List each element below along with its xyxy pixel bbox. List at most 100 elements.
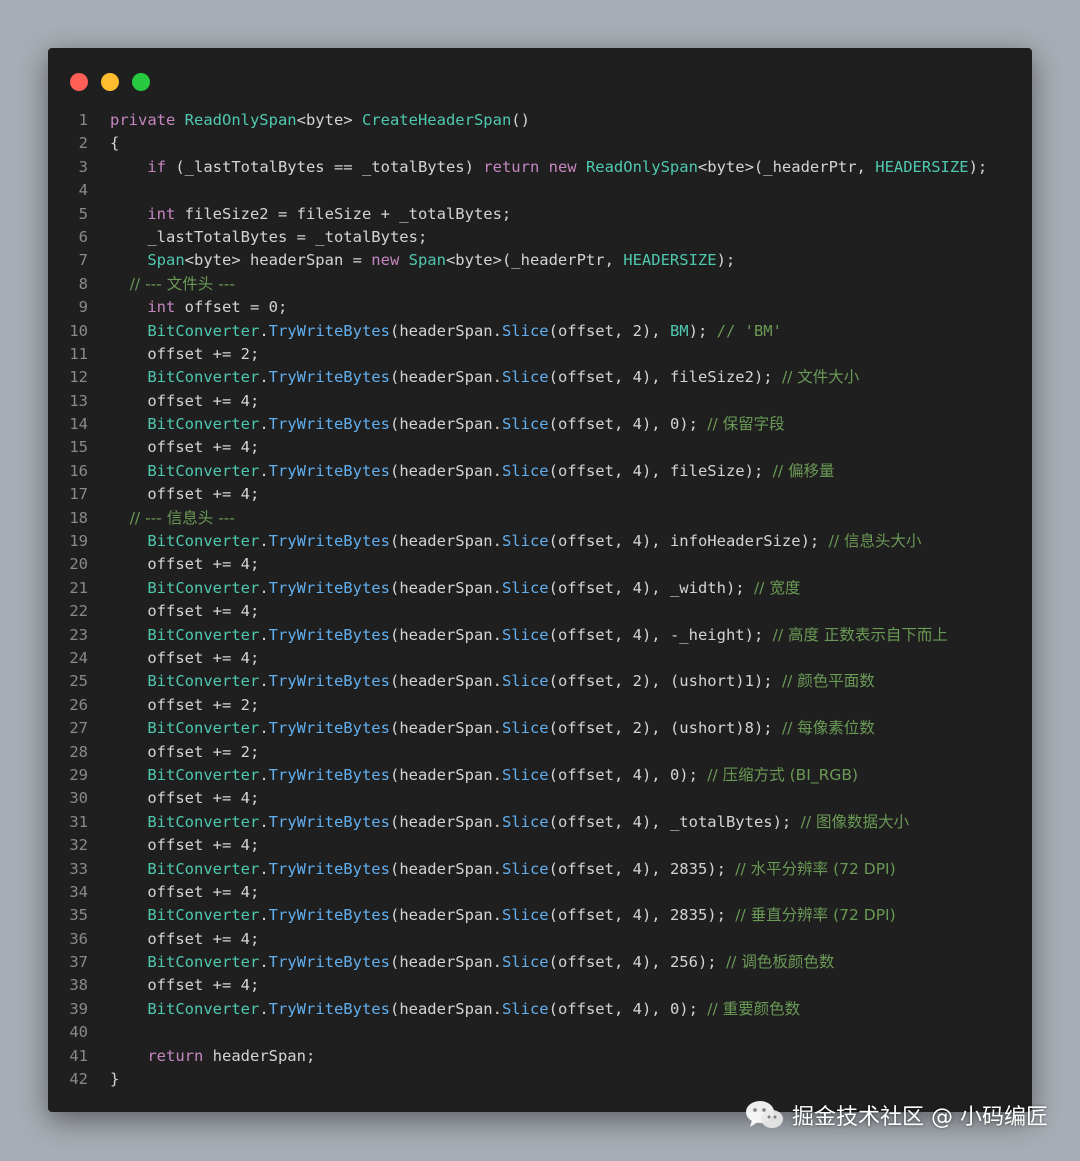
line-number: 21 bbox=[69, 578, 88, 597]
code-token: . bbox=[259, 765, 269, 784]
code-line: 40 bbox=[48, 1021, 1032, 1044]
code-token: BitConverter bbox=[110, 859, 260, 878]
code-token: offset += 4; bbox=[110, 555, 260, 574]
code-token: BitConverter bbox=[110, 999, 260, 1018]
code-line: 21 BitConverter.TryWriteBytes(headerSpan… bbox=[48, 577, 1032, 600]
line-source: BitConverter.TryWriteBytes(headerSpan.Sl… bbox=[110, 530, 921, 553]
code-token: int bbox=[110, 204, 185, 223]
code-token: (headerSpan. bbox=[389, 461, 502, 480]
minimize-dot-icon[interactable] bbox=[101, 73, 119, 91]
line-number: 25 bbox=[69, 672, 88, 691]
code-token: (offset, 2), (ushort)1); bbox=[548, 672, 782, 691]
code-token: ); bbox=[716, 251, 736, 270]
line-number: 42 bbox=[69, 1070, 88, 1089]
code-token: { bbox=[110, 134, 120, 153]
code-token: TryWriteBytes bbox=[268, 906, 390, 925]
maximize-dot-icon[interactable] bbox=[132, 73, 150, 91]
code-token: } bbox=[110, 1070, 120, 1089]
code-token: (headerSpan. bbox=[389, 578, 502, 597]
code-token: TryWriteBytes bbox=[268, 765, 390, 784]
code-line: 23 BitConverter.TryWriteBytes(headerSpan… bbox=[48, 624, 1032, 647]
line-number: 5 bbox=[78, 204, 88, 223]
code-line: 30 offset += 4; bbox=[48, 787, 1032, 810]
code-token: offset += 2; bbox=[110, 344, 260, 363]
code-token: HEADERSIZE bbox=[875, 157, 969, 176]
code-line: 35 BitConverter.TryWriteBytes(headerSpan… bbox=[48, 904, 1032, 927]
code-token: return bbox=[483, 157, 549, 176]
code-token: <byte>(_headerPtr, bbox=[445, 251, 624, 270]
code-token: TryWriteBytes bbox=[268, 368, 390, 387]
code-token: (offset, 4), _width); bbox=[548, 578, 754, 597]
line-source: BitConverter.TryWriteBytes(headerSpan.Sl… bbox=[110, 320, 782, 343]
code-token: (headerSpan. bbox=[389, 719, 502, 738]
code-token: BitConverter bbox=[110, 906, 260, 925]
line-source: Span<byte> headerSpan = new Span<byte>(_… bbox=[110, 249, 735, 272]
code-line: 26 offset += 2; bbox=[48, 694, 1032, 717]
code-token: () bbox=[511, 111, 530, 129]
code-token: Slice bbox=[501, 999, 549, 1018]
line-number: 7 bbox=[78, 251, 88, 270]
code-token: . bbox=[259, 532, 269, 551]
code-token: BitConverter bbox=[110, 953, 260, 972]
code-line: 39 BitConverter.TryWriteBytes(headerSpan… bbox=[48, 998, 1032, 1021]
code-token: TryWriteBytes bbox=[268, 415, 390, 434]
code-token: BitConverter bbox=[110, 415, 260, 434]
code-token: (offset, 4), 256); bbox=[548, 953, 726, 972]
code-token: (offset, 4), 2835); bbox=[548, 906, 736, 925]
wechat-icon bbox=[746, 1101, 783, 1128]
code-token: . bbox=[259, 578, 269, 597]
code-token: // 信息头大小 bbox=[828, 532, 922, 551]
code-token: offset += 4; bbox=[110, 602, 260, 621]
code-line: 20 offset += 4; bbox=[48, 553, 1032, 576]
line-source: private ReadOnlySpan<byte> CreateHeaderS… bbox=[110, 109, 530, 132]
code-line: 13 offset += 4; bbox=[48, 390, 1032, 413]
code-line: 14 BitConverter.TryWriteBytes(headerSpan… bbox=[48, 413, 1032, 436]
code-token: offset += 2; bbox=[110, 742, 260, 761]
line-source: BitConverter.TryWriteBytes(headerSpan.Sl… bbox=[110, 904, 895, 927]
code-line: 37 BitConverter.TryWriteBytes(headerSpan… bbox=[48, 951, 1032, 974]
code-token: // 文件大小 bbox=[781, 368, 860, 387]
line-number: 19 bbox=[69, 532, 88, 551]
code-token: (headerSpan. bbox=[389, 532, 502, 551]
code-token: Slice bbox=[501, 532, 549, 551]
code-token: TryWriteBytes bbox=[268, 953, 390, 972]
code-token: Slice bbox=[501, 625, 549, 644]
close-dot-icon[interactable] bbox=[70, 73, 88, 91]
line-source: BitConverter.TryWriteBytes(headerSpan.Sl… bbox=[110, 366, 859, 389]
code-line: 18 // --- 信息头 --- bbox=[48, 507, 1032, 530]
line-source: BitConverter.TryWriteBytes(headerSpan.Sl… bbox=[110, 413, 784, 436]
line-source: offset += 4; bbox=[110, 834, 259, 857]
code-token: Slice bbox=[501, 415, 549, 434]
line-number: 30 bbox=[69, 789, 88, 808]
line-source: BitConverter.TryWriteBytes(headerSpan.Sl… bbox=[110, 717, 875, 740]
code-token: . bbox=[259, 906, 269, 925]
code-line: 6 _lastTotalBytes = _totalBytes; bbox=[48, 226, 1032, 249]
code-line: 28 offset += 2; bbox=[48, 741, 1032, 764]
code-token: . bbox=[259, 672, 269, 691]
code-token: // 调色板颜色数 bbox=[725, 953, 835, 972]
line-source: BitConverter.TryWriteBytes(headerSpan.Sl… bbox=[110, 951, 834, 974]
code-window: 1 private ReadOnlySpan<byte> CreateHeader… bbox=[48, 48, 1032, 1112]
line-source: BitConverter.TryWriteBytes(headerSpan.Sl… bbox=[110, 764, 858, 787]
line-source: int fileSize2 = fileSize + _totalBytes; bbox=[110, 203, 511, 226]
line-number: 16 bbox=[69, 461, 88, 480]
code-token: TryWriteBytes bbox=[268, 719, 390, 738]
line-source: offset += 4; bbox=[110, 600, 259, 623]
line-source: offset += 4; bbox=[110, 974, 259, 997]
code-line: 11 offset += 2; bbox=[48, 343, 1032, 366]
code-token: int bbox=[110, 298, 185, 317]
line-number: 26 bbox=[69, 695, 88, 714]
code-token: ReadOnlySpan bbox=[184, 111, 297, 129]
line-number: 3 bbox=[78, 157, 88, 176]
code-line: 8 // --- 文件头 --- bbox=[48, 273, 1032, 296]
code-token: offset += 4; bbox=[110, 485, 260, 504]
code-token: Slice bbox=[501, 578, 549, 597]
code-token: Slice bbox=[501, 368, 549, 387]
line-number: 38 bbox=[69, 976, 88, 995]
line-number: 41 bbox=[69, 1046, 88, 1065]
line-number: 10 bbox=[69, 321, 88, 340]
code-token: TryWriteBytes bbox=[268, 532, 390, 551]
code-line: 27 BitConverter.TryWriteBytes(headerSpan… bbox=[48, 717, 1032, 740]
code-line: 2{ bbox=[48, 132, 1032, 155]
code-token: Slice bbox=[501, 953, 549, 972]
